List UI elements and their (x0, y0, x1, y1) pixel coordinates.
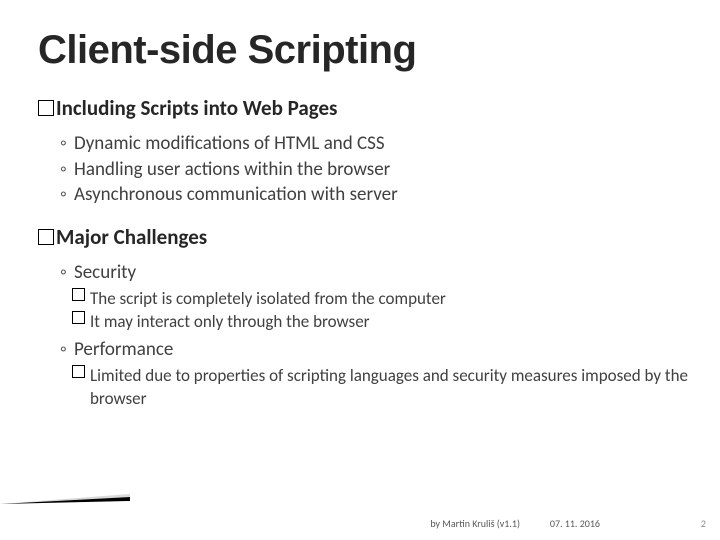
section-2-heading: Major Challenges (38, 224, 700, 250)
footer-page-number: 2 (701, 517, 706, 530)
section-2-heading-text: Major Challenges (56, 224, 207, 250)
list-item-text: The script is completely isolated from t… (90, 288, 446, 309)
section-2-sub-list: The script is completely isolated from t… (72, 288, 700, 334)
section-1-heading: Including Scripts into Web Pages (38, 95, 700, 121)
footer-date: 07. 11. 2016 (550, 517, 600, 530)
section-2-sub-list: Limited due to properties of scripting l… (72, 365, 700, 411)
section-1-list: Dynamic modifications of HTML and CSS Ha… (60, 131, 700, 208)
slide-content: Client-side Scripting Including Scripts … (38, 28, 700, 520)
list-item-text: It may interact only through the browser (90, 311, 370, 332)
list-item: Asynchronous communication with server (60, 182, 700, 208)
slide-title: Client-side Scripting (38, 28, 700, 73)
bullet-box-icon (72, 288, 85, 301)
list-item: It may interact only through the browser (72, 311, 700, 334)
list-item: Handling user actions within the browser (60, 157, 700, 183)
list-item: Limited due to properties of scripting l… (72, 365, 700, 411)
bullet-box-icon (38, 100, 54, 116)
section-2-list: Security (60, 260, 700, 286)
bullet-box-icon (38, 229, 54, 245)
bullet-box-icon (72, 311, 85, 324)
section-2-list: Performance (60, 337, 700, 363)
list-item-text: Limited due to properties of scripting l… (90, 365, 688, 409)
list-item: Performance (60, 337, 700, 363)
list-item: Security (60, 260, 700, 286)
section-1-heading-text: Including Scripts into Web Pages (56, 95, 337, 121)
list-item: Dynamic modifications of HTML and CSS (60, 131, 700, 157)
list-item: The script is completely isolated from t… (72, 288, 700, 311)
footer-byline: by Martin Kruliš (v1.1) (430, 517, 520, 530)
bullet-box-icon (72, 365, 85, 378)
